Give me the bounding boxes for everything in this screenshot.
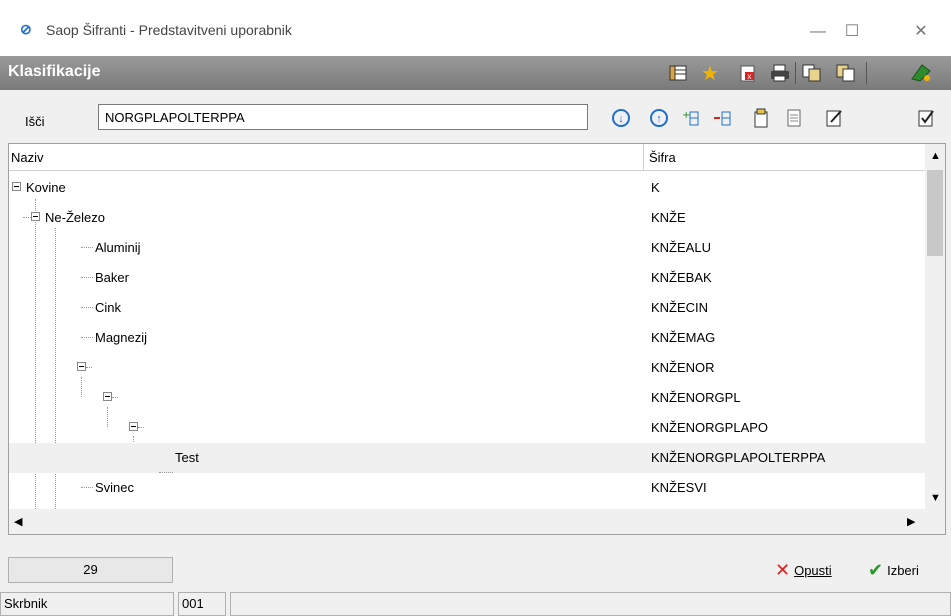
page-title: Klasifikacije [8, 63, 101, 80]
scrollbar-thumb[interactable] [927, 170, 943, 256]
edit-check-icon[interactable] [914, 106, 938, 130]
scroll-up-icon[interactable]: ▲ [930, 150, 941, 162]
column-name-header[interactable]: Naziv [11, 150, 44, 165]
tree-row[interactable]: KNŽENORGPLAPO [9, 413, 925, 443]
vertical-scrollbar[interactable]: ▲ ▼ [925, 144, 945, 509]
tree-row[interactable]: Baker KNŽEBAK [9, 263, 925, 293]
paste-icon[interactable] [835, 62, 857, 84]
add-child-icon[interactable]: + [680, 106, 704, 130]
scroll-right-icon[interactable]: ▶ [907, 515, 915, 528]
svg-text:x: x [747, 72, 752, 81]
status-message [230, 592, 951, 616]
collapse-icon[interactable] [103, 392, 112, 401]
tree-row[interactable]: Ne-Železo KNŽE [9, 203, 925, 233]
tree-row-selected[interactable]: Test KNŽENORGPLAPOLTERPPA [9, 443, 925, 473]
arrow-down-icon[interactable]: ↓ [609, 106, 633, 130]
cancel-button[interactable]: ✕ Opusti [775, 560, 832, 581]
search-label: Išči [25, 114, 45, 129]
tree-row[interactable]: Magnezij KNŽEMAG [9, 323, 925, 353]
collapse-icon[interactable] [12, 182, 21, 191]
close-button[interactable]: ✕ [898, 12, 944, 52]
columns-icon[interactable] [667, 62, 689, 84]
column-header: Naziv Šifra [9, 144, 925, 171]
svg-text:+: + [682, 110, 690, 121]
collapse-icon[interactable] [31, 212, 40, 221]
document-icon[interactable] [782, 106, 806, 130]
tree-row[interactable]: Cink KNŽECIN [9, 293, 925, 323]
toolbar-separator [795, 62, 796, 84]
title-bar: ⊘ Saop Šifranti - Predstavitveni uporabn… [0, 0, 951, 56]
print-icon[interactable] [769, 62, 791, 84]
classification-tree: Naziv Šifra Kovine K Ne-Železo KNŽE Alum… [8, 143, 946, 535]
exit-icon[interactable] [910, 62, 932, 84]
tree-row[interactable]: Svinec KNŽESVI [9, 473, 925, 503]
checkmark-icon: ✔ [868, 560, 884, 580]
status-user: Skrbnik [0, 592, 174, 616]
select-button[interactable]: ✔ Izberi [868, 560, 919, 581]
new-icon[interactable] [749, 106, 773, 130]
tree-row[interactable]: Kovine K [9, 173, 925, 203]
collapse-icon[interactable] [77, 362, 86, 371]
status-code: 001 [178, 592, 226, 616]
record-count: 29 [8, 557, 173, 583]
tree-row[interactable]: Aluminij KNŽEALU [9, 233, 925, 263]
close-x-icon: ✕ [775, 560, 791, 580]
arrow-up-icon[interactable]: ↑ [647, 106, 671, 130]
remove-icon[interactable] [712, 106, 736, 130]
star-icon[interactable]: ★ [699, 62, 721, 85]
edit-icon[interactable] [822, 106, 846, 130]
header-bar: Klasifikacije ★ x [0, 56, 951, 90]
copy-icon[interactable] [801, 62, 823, 84]
scroll-left-icon[interactable]: ◀ [14, 515, 22, 528]
cancel-label: Opusti [794, 563, 832, 578]
toolbar-separator [866, 62, 867, 84]
search-input[interactable] [98, 104, 588, 130]
collapse-icon[interactable] [129, 422, 138, 431]
window-title: Saop Šifranti - Predstavitveni uporabnik [46, 22, 292, 38]
select-label: Izberi [887, 563, 919, 578]
maximize-button[interactable]: ☐ [829, 12, 875, 52]
scroll-down-icon[interactable]: ▼ [930, 492, 941, 504]
tree-row[interactable]: KNŽENOR [9, 353, 925, 383]
app-logo-icon: ⊘ [20, 21, 32, 37]
horizontal-scrollbar[interactable]: ◀ ▶ [9, 509, 945, 534]
column-code-header[interactable]: Šifra [649, 150, 676, 165]
delete-icon[interactable]: x [737, 62, 759, 84]
tree-row[interactable]: KNŽENORGPL [9, 383, 925, 413]
